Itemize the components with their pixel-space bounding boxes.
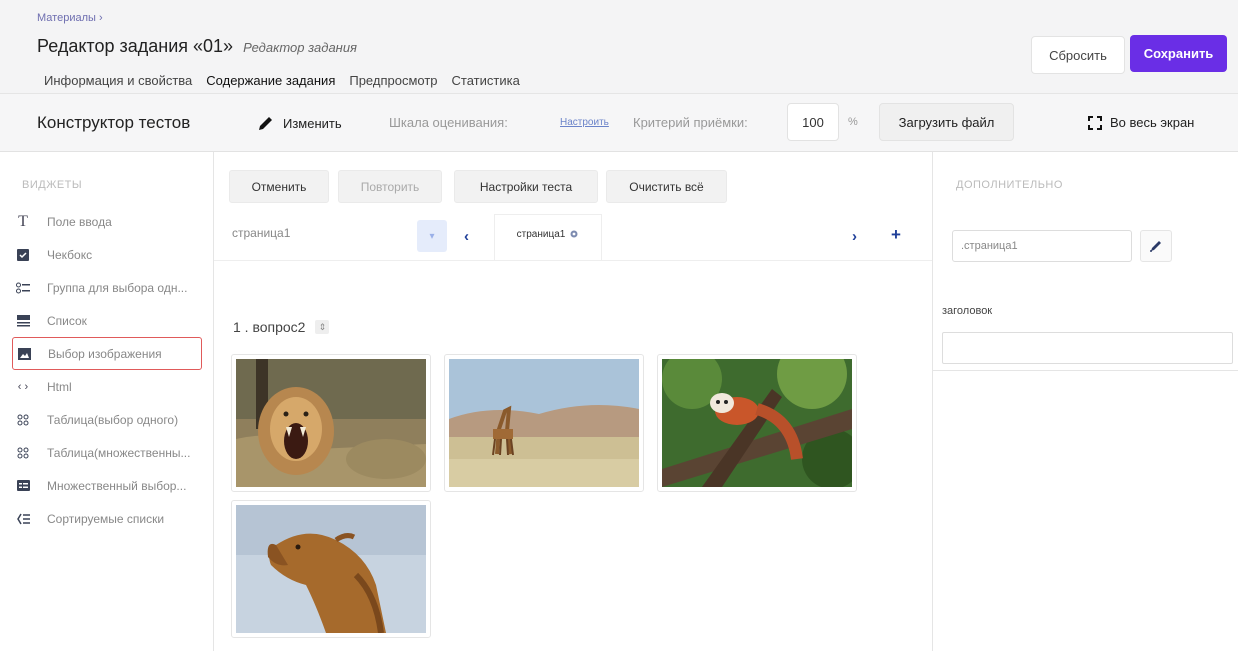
image-choice-red-panda[interactable]	[657, 354, 857, 492]
widget-label: Сортируемые списки	[47, 511, 165, 526]
percent-sign: %	[848, 116, 858, 128]
multiple-text-icon	[12, 478, 34, 494]
criterion-label: Критерий приёмки:	[633, 115, 748, 130]
upload-file-button[interactable]: Загрузить файл	[879, 103, 1014, 141]
widget-dropdown[interactable]: Список	[12, 304, 202, 337]
page-title: Редактор задания «01»	[37, 36, 234, 56]
widget-radio-group[interactable]: Группа для выбора одн...	[12, 271, 202, 304]
title-row: Редактор задания «01» Редактор задания	[37, 36, 357, 57]
widget-multiple-text[interactable]: Множественный выбор...	[12, 469, 202, 502]
page-header: Материалы › Редактор задания «01» Редакт…	[0, 0, 1238, 96]
radio-group-icon	[12, 280, 34, 296]
matrix-single-icon	[12, 412, 34, 428]
breadcrumb[interactable]: Материалы ›	[37, 12, 103, 24]
image-choice-lion[interactable]	[231, 354, 431, 492]
code-icon: ‹ ›	[17, 380, 29, 393]
checkbox-icon	[12, 247, 34, 263]
edit-selector-button[interactable]	[1140, 230, 1172, 262]
tab-content[interactable]: Содержание задания	[199, 70, 343, 96]
scale-label: Шкала оценивания:	[389, 115, 508, 130]
widget-label: Множественный выбор...	[47, 478, 187, 493]
widget-label: Html	[47, 379, 72, 394]
image-choice-giraffe[interactable]	[444, 354, 644, 492]
widget-checkbox[interactable]: Чекбокс	[12, 238, 202, 271]
image-picker-icon	[13, 346, 35, 362]
undo-button[interactable]: Отменить	[229, 170, 329, 203]
widget-label: Таблица(множественны...	[47, 445, 191, 460]
widget-label: Группа для выбора одн...	[47, 280, 188, 295]
tabs-divider	[214, 260, 932, 261]
widget-ranking[interactable]: Сортируемые списки	[12, 502, 202, 535]
widget-matrix-multi[interactable]: Таблица(множественны...	[12, 436, 202, 469]
widget-label: Выбор изображения	[48, 346, 162, 361]
ranking-icon	[12, 511, 34, 527]
widget-label: Таблица(выбор одного)	[47, 412, 179, 427]
fullscreen-button[interactable]: Во весь экран	[1088, 115, 1194, 130]
test-settings-button[interactable]: Настройки теста	[454, 170, 598, 203]
add-page-icon[interactable]: +	[891, 225, 901, 245]
title-field-label: заголовок	[942, 305, 993, 317]
page-subtitle: Редактор задания	[243, 40, 357, 55]
matrix-multi-icon	[12, 445, 34, 461]
fullscreen-label: Во весь экран	[1110, 115, 1195, 130]
page-tab[interactable]: страница1	[494, 214, 602, 260]
widget-label: Список	[47, 313, 87, 328]
collapse-toggle-icon[interactable]: ⇕	[315, 320, 330, 334]
dropdown-list-icon	[12, 313, 34, 329]
edit-label: Изменить	[283, 115, 342, 131]
widget-image-picker[interactable]: Выбор изображения	[12, 337, 202, 370]
widgets-sidebar: ВИДЖЕТЫ T Поле ввода Чекбокс Группа для …	[0, 152, 214, 651]
element-selector[interactable]: .страница1	[952, 230, 1132, 262]
fullscreen-icon	[1088, 115, 1102, 130]
panel-divider	[933, 370, 1238, 371]
redo-button[interactable]: Повторить	[338, 170, 442, 203]
page-select[interactable]: страница1	[232, 226, 432, 240]
pencil-icon	[1150, 241, 1161, 252]
widgets-list: T Поле ввода Чекбокс Группа для выбора о…	[12, 205, 202, 535]
tab-info[interactable]: Информация и свойства	[37, 70, 199, 96]
reset-button[interactable]: Сбросить	[1031, 36, 1125, 74]
widgets-heading: ВИДЖЕТЫ	[22, 179, 83, 191]
gear-icon[interactable]	[569, 229, 579, 239]
image-choice-camel[interactable]	[231, 500, 431, 638]
lion-image	[236, 359, 426, 487]
tab-preview[interactable]: Предпросмотр	[342, 70, 444, 96]
widget-text-input[interactable]: T Поле ввода	[12, 205, 202, 238]
clear-all-button[interactable]: Очистить всё	[606, 170, 727, 203]
chevron-right-icon[interactable]: ›	[852, 228, 857, 245]
pencil-icon	[259, 117, 272, 130]
test-builder-toolbar: Конструктор тестов Изменить Шкала оценив…	[0, 94, 1238, 152]
page-tab-label: страница1	[516, 229, 566, 240]
save-button[interactable]: Сохранить	[1130, 35, 1227, 72]
widget-matrix-single[interactable]: Таблица(выбор одного)	[12, 403, 202, 436]
tab-statistics[interactable]: Статистика	[445, 70, 527, 96]
red-panda-image	[662, 359, 852, 487]
criterion-input[interactable]	[787, 103, 839, 141]
widget-html[interactable]: ‹ › Html	[12, 370, 202, 403]
edit-button[interactable]: Изменить	[257, 114, 342, 132]
chevron-down-icon[interactable]: ▾	[417, 220, 447, 252]
properties-panel: ДОПОЛНИТЕЛЬНО .страница1 заголовок	[932, 152, 1238, 651]
question-header: 1 . вопрос2 ⇕	[233, 319, 330, 335]
designer-canvas: Отменить Повторить Настройки теста Очист…	[214, 152, 932, 651]
giraffe-image	[449, 359, 639, 487]
toolbar-title: Конструктор тестов	[37, 113, 191, 132]
text-icon: T	[18, 212, 28, 230]
chevron-left-icon[interactable]: ‹	[464, 228, 469, 245]
title-field[interactable]	[942, 332, 1233, 364]
tab-bar: Информация и свойства Содержание задания…	[37, 70, 527, 96]
properties-heading: ДОПОЛНИТЕЛЬНО	[956, 179, 1063, 191]
camel-image	[236, 505, 426, 633]
configure-link[interactable]: Настроить	[560, 117, 609, 128]
widget-label: Поле ввода	[47, 214, 112, 229]
question-title[interactable]: 1 . вопрос2	[233, 319, 305, 335]
widget-label: Чекбокс	[47, 247, 93, 262]
